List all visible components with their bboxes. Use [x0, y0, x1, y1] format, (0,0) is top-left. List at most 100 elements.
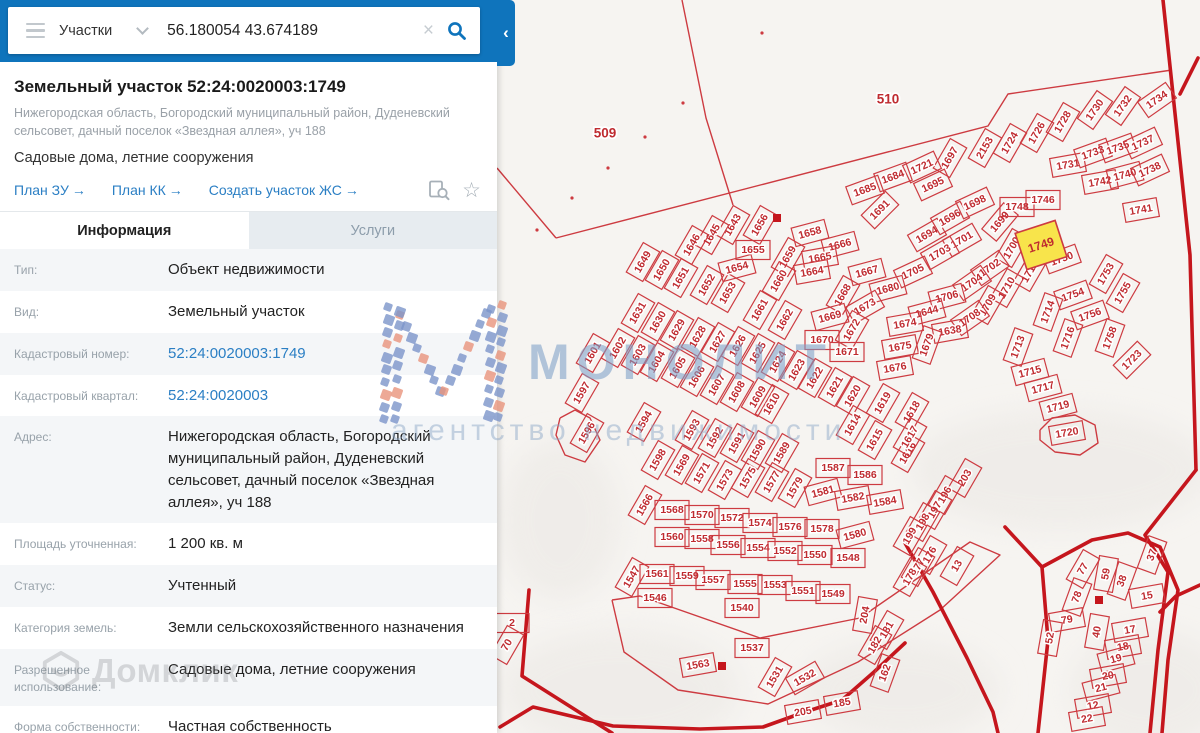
parcel-number-label: 13	[949, 558, 965, 574]
map-parcel[interactable]: 1568	[654, 499, 690, 521]
map-parcel[interactable]: 1714	[1032, 292, 1064, 332]
search-input[interactable]	[165, 20, 411, 41]
map-parcel[interactable]: 1730	[1076, 89, 1114, 131]
info-row: Площадь уточненная: 1 200 кв. м	[0, 523, 497, 565]
map-parcel[interactable]: 1755	[1105, 272, 1141, 314]
map-parcel[interactable]: 1597	[564, 372, 600, 414]
map-parcel[interactable]: 1556	[710, 534, 746, 556]
map-parcel[interactable]: 1560	[654, 526, 690, 548]
map-parcel[interactable]: 1579	[777, 467, 813, 509]
terrain-shade	[800, 640, 1000, 733]
map-parcel[interactable]: 1586	[847, 464, 883, 486]
map-parcel[interactable]: 1559	[669, 565, 705, 587]
map-parcel[interactable]: 1576	[772, 516, 808, 538]
parcel-number-label: 1554	[746, 542, 770, 554]
map-parcel[interactable]: 15	[1127, 582, 1167, 610]
map-parcel[interactable]: 1555	[727, 573, 763, 595]
map-parcel[interactable]: 1540	[724, 597, 760, 619]
map-parcel[interactable]: 1566	[627, 484, 663, 526]
search-icon[interactable]	[446, 20, 468, 42]
map-parcel[interactable]: 1594	[626, 401, 662, 443]
parcel-number-label: 1537	[740, 642, 764, 654]
parcel-number-label: 1737	[1130, 133, 1156, 154]
parcel-number-label: 1561	[645, 568, 669, 580]
map-parcel[interactable]: 1656	[742, 204, 778, 246]
parcel-number-label: 205	[793, 705, 812, 720]
quarter-number-label[interactable]: 510	[875, 90, 901, 109]
menu-icon[interactable]	[26, 22, 45, 39]
map-parcel[interactable]: 1684	[873, 161, 913, 193]
map-parcel[interactable]: 1758	[1094, 318, 1126, 358]
favorite-star-icon[interactable]: ☆	[462, 180, 481, 201]
map-parcel[interactable]: 1572	[714, 507, 750, 529]
map-parcel[interactable]: 1654	[717, 253, 757, 283]
parcel-number-label: 1726	[1026, 120, 1048, 146]
info-row-value-link[interactable]: 52:24:0020003:1749	[168, 343, 497, 365]
zoom-to-object-icon[interactable]	[428, 179, 450, 201]
map-parcel[interactable]: 1548	[830, 547, 866, 569]
search-category-dropdown[interactable]: Участки	[59, 22, 150, 39]
map-parcel[interactable]: 1546	[637, 587, 673, 609]
parcel-number-label: 1753	[1095, 261, 1117, 287]
map-parcel[interactable]: 1738	[1129, 153, 1171, 187]
map-parcel[interactable]: 1598	[640, 439, 676, 481]
map-parcel[interactable]: 1753	[1088, 253, 1124, 295]
info-row: Адрес: Нижегородская область, Богородский…	[0, 416, 497, 524]
parcel-number-label: 1697	[939, 145, 961, 171]
map-parcel[interactable]: 52	[1036, 618, 1064, 658]
map-parcel[interactable]: 1698	[954, 186, 996, 220]
map-parcel[interactable]: 1550	[797, 544, 833, 566]
parcel-number-label: 1592	[704, 425, 726, 451]
parcel-number-label: 1674	[892, 316, 917, 332]
plan-kk-link[interactable]: План КК →	[112, 182, 183, 198]
map-parcel[interactable]: 1716	[1052, 318, 1084, 358]
map-parcel[interactable]: 1685	[845, 174, 885, 206]
clear-icon[interactable]: ×	[423, 21, 434, 40]
map-parcel[interactable]: 1587	[815, 457, 851, 479]
map-parcel[interactable]: 1553	[757, 574, 793, 596]
map-parcel[interactable]: 1723	[1112, 340, 1152, 380]
map-parcel[interactable]: 1676	[875, 354, 915, 382]
map-parcel[interactable]: 1713	[1002, 327, 1034, 367]
parcel-number-label: 1551	[791, 585, 815, 597]
map-canvas[interactable]: 2153 1724 1726 1728 1730 1732 1734 1697 1721 1684…	[497, 0, 1200, 733]
parcel-number-label: 1734	[1144, 88, 1170, 111]
arrow-icon: →	[168, 182, 183, 199]
map-parcel[interactable]: 1741	[1121, 196, 1161, 224]
map-parcel[interactable]: 1580	[835, 520, 875, 550]
map-parcel[interactable]: 1573	[707, 459, 743, 501]
parcel-number-label: 1661	[749, 297, 771, 323]
map-parcel[interactable]: 1691	[860, 190, 900, 230]
map-parcel[interactable]: 1671	[829, 341, 865, 363]
map-parcel[interactable]: 1537	[734, 637, 770, 659]
parcel-number-label: 1695	[920, 175, 946, 196]
map-parcel[interactable]: 13	[939, 545, 975, 587]
info-row: Кадастровый квартал: 52:24:0020003	[0, 375, 497, 417]
map-parcel[interactable]: 1549	[815, 583, 851, 605]
map-parcel[interactable]: 1670	[804, 329, 840, 351]
info-row-value-link[interactable]: 52:24:0020003	[168, 385, 497, 407]
map-parcel[interactable]: 1558	[684, 528, 720, 550]
map-parcel[interactable]: 1561	[639, 563, 675, 585]
tab-information[interactable]: Информация	[0, 212, 249, 250]
map-parcel[interactable]: 1737	[1122, 126, 1164, 160]
panel-collapse-button[interactable]: ‹	[497, 0, 515, 66]
map-parcel[interactable]: 1746	[1025, 189, 1061, 211]
map-parcel[interactable]: 1551	[785, 580, 821, 602]
map-parcel[interactable]: 1754	[1053, 279, 1093, 311]
map-parcel[interactable]: 1584	[865, 488, 905, 516]
map-parcel[interactable]: 1578	[804, 518, 840, 540]
map-parcel[interactable]: 1574	[742, 512, 778, 534]
map-parcel[interactable]: 1557	[695, 569, 731, 591]
map-parcel[interactable]: 1756	[1070, 299, 1110, 331]
map-parcel[interactable]: 1732	[1104, 85, 1142, 127]
quarter-number-label[interactable]: 509	[592, 124, 618, 143]
map-parcel[interactable]: 1619	[865, 382, 901, 424]
tab-services[interactable]: Услуги	[248, 212, 497, 250]
map-parcel[interactable]: 38	[1106, 561, 1138, 601]
create-zhs-link[interactable]: Создать участок ЖС →	[209, 182, 359, 198]
map-parcel[interactable]: 1705	[892, 255, 934, 289]
plan-zu-link[interactable]: План ЗУ →	[14, 182, 86, 198]
map-parcel[interactable]: 1570	[684, 504, 720, 526]
map-parcel[interactable]: 1547	[614, 556, 650, 598]
